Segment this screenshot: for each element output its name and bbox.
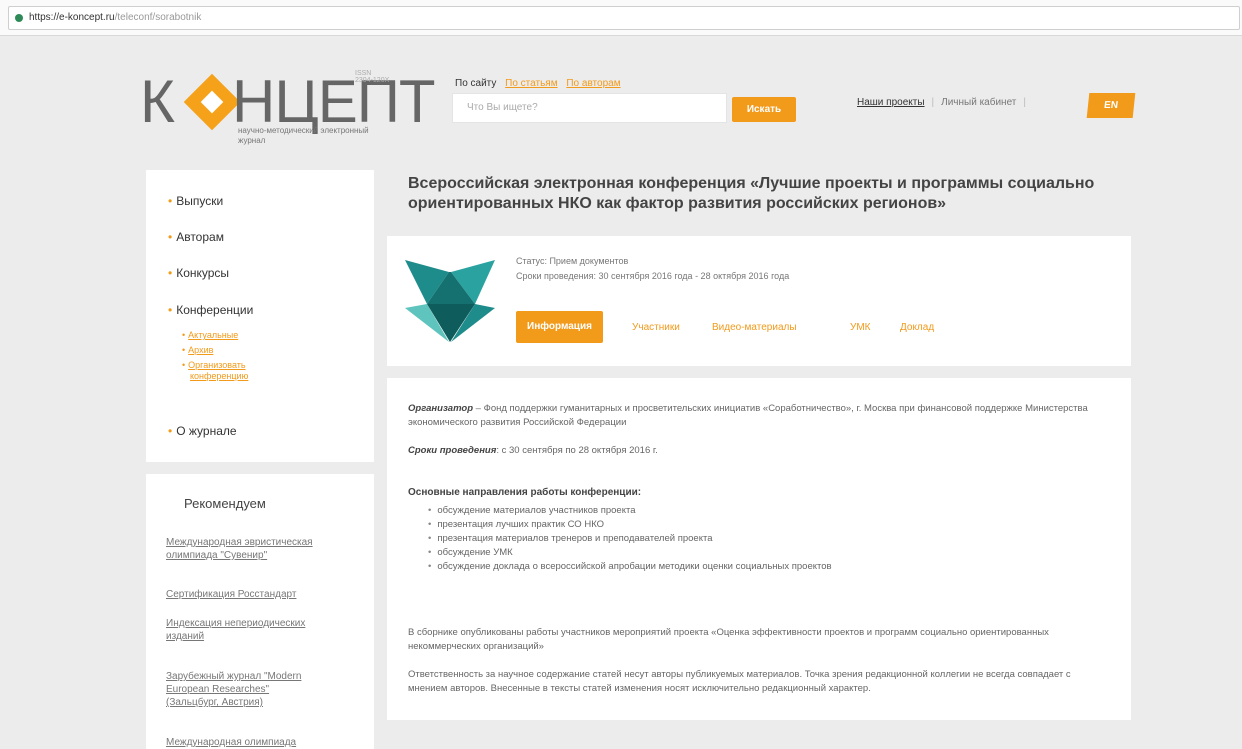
address-bar[interactable]: https://e-koncept.ru/teleconf/sorabotnik bbox=[8, 6, 1240, 30]
url-path: /teleconf/sorabotnik bbox=[114, 12, 202, 23]
sidebar-sub-archive[interactable]: • Архив bbox=[182, 345, 213, 355]
page-title: Всероссийская электронная конференция «Л… bbox=[408, 175, 1095, 212]
recommend-link-olympiad[interactable]: Международная эвристическая олимпиада "Су… bbox=[166, 536, 354, 562]
search-scope-tabs: По сайту По статьям По авторам bbox=[455, 78, 627, 89]
bullet-icon: • bbox=[168, 303, 173, 317]
organizer-paragraph: Организатор – Фонд поддержки гуманитарны… bbox=[408, 403, 1088, 428]
sidebar-sub-actual[interactable]: • Актуальные bbox=[182, 330, 238, 340]
bullet-icon: • bbox=[168, 230, 173, 244]
search-button[interactable]: Искать bbox=[732, 97, 796, 122]
header-links: Наши проекты | Личный кабинет | bbox=[857, 97, 1033, 108]
recommend-link-foreign-journal[interactable]: Зарубежный журнал "Modern European Resear… bbox=[166, 670, 354, 709]
tab-report[interactable]: Доклад bbox=[900, 322, 934, 333]
personal-cabinet-link[interactable]: Личный кабинет bbox=[941, 97, 1016, 108]
bullet-icon: • bbox=[182, 345, 186, 355]
collection-paragraph: В сборнике опубликованы работы участнико… bbox=[408, 627, 1049, 652]
conference-status: Статус: Прием документов bbox=[516, 256, 629, 266]
recommend-link-certification[interactable]: Сертификация Росстандарт bbox=[166, 588, 354, 601]
separator: | bbox=[1023, 97, 1026, 108]
sidebar-item-contests[interactable]: • Конкурсы bbox=[168, 266, 229, 280]
directions-title: Основные направления работы конференции: bbox=[408, 487, 642, 498]
bullet-icon: • bbox=[182, 360, 186, 370]
tab-information[interactable]: Информация bbox=[516, 311, 603, 343]
bullet-icon: • bbox=[168, 194, 173, 208]
conference-card: Статус: Прием документов Сроки проведени… bbox=[387, 236, 1131, 366]
browser-toolbar: https://e-koncept.ru/teleconf/sorabotnik bbox=[0, 0, 1242, 36]
sidebar-item-conferences[interactable]: • Конференции bbox=[168, 303, 253, 317]
tab-video[interactable]: Видео-материалы bbox=[712, 322, 797, 333]
site-logo[interactable]: К НЦЕПТ ISSN 2304-120X научно-методическ… bbox=[130, 52, 436, 152]
sidebar-sub-organize-line2[interactable]: конференцию bbox=[190, 371, 248, 381]
language-button[interactable]: EN bbox=[1086, 93, 1136, 118]
responsibility-paragraph: Ответственность за научное содержание ст… bbox=[408, 669, 1071, 694]
directions-list: обсуждение материалов участников проекта… bbox=[428, 504, 832, 574]
logo-issn: ISSN 2304-120X bbox=[355, 70, 390, 84]
our-projects-link[interactable]: Наши проекты bbox=[857, 97, 925, 108]
list-item: обсуждение УМК bbox=[428, 546, 832, 560]
sidebar-item-issues[interactable]: • Выпуски bbox=[168, 194, 223, 208]
search-scope-authors[interactable]: По авторам bbox=[566, 78, 620, 89]
conference-logo-icon bbox=[405, 260, 495, 342]
recommend-link-indexing[interactable]: Индексация непериодических изданий bbox=[166, 617, 354, 643]
list-item: обсуждение доклада о всероссийской апроб… bbox=[428, 560, 831, 574]
lock-icon bbox=[15, 14, 23, 22]
organizer-label: Организатор bbox=[408, 403, 474, 414]
logo-letters: НЦЕПТ bbox=[232, 68, 436, 135]
logo-letter-k: К bbox=[140, 68, 175, 135]
search-scope-articles[interactable]: По статьям bbox=[505, 78, 557, 89]
conference-dates: Сроки проведения: 30 сентября 2016 года … bbox=[516, 271, 790, 281]
bullet-icon: • bbox=[182, 330, 186, 340]
conference-content: Организатор – Фонд поддержки гуманитарны… bbox=[387, 378, 1131, 720]
search-scope-site[interactable]: По сайту bbox=[455, 78, 496, 89]
search-input[interactable]: Что Вы ищете? bbox=[452, 93, 727, 123]
recommend-link-intl-olympiad[interactable]: Международная олимпиада bbox=[166, 736, 354, 749]
sidebar-item-about[interactable]: • О журнале bbox=[168, 424, 237, 438]
url-host: https://e-koncept.ru bbox=[29, 12, 115, 23]
list-item: презентация материалов тренеров и препод… bbox=[428, 532, 832, 546]
tab-umk[interactable]: УМК bbox=[850, 322, 871, 333]
tab-participants[interactable]: Участники bbox=[632, 322, 680, 333]
dates-paragraph: Сроки проведения: с 30 сентября по 28 ок… bbox=[408, 445, 658, 456]
dates-label: Сроки проведения bbox=[408, 445, 497, 456]
bullet-icon: • bbox=[168, 424, 173, 438]
list-item: презентация лучших практик СО НКО bbox=[428, 518, 832, 532]
bullet-icon: • bbox=[168, 266, 173, 280]
list-item: обсуждение материалов участников проекта bbox=[428, 504, 832, 518]
logo-subtitle: научно-методический электронный журнал bbox=[238, 126, 369, 145]
recommend-panel: Рекомендуем Международная эвристическая о… bbox=[146, 474, 374, 749]
separator: | bbox=[931, 97, 935, 108]
recommend-title: Рекомендуем bbox=[184, 496, 266, 511]
sidebar-nav: • Выпуски • Авторам • Конкурсы • Конференции… bbox=[146, 170, 374, 462]
sidebar-sub-organize[interactable]: • Организовать bbox=[182, 360, 246, 370]
sidebar-item-authors[interactable]: • Авторам bbox=[168, 230, 224, 244]
